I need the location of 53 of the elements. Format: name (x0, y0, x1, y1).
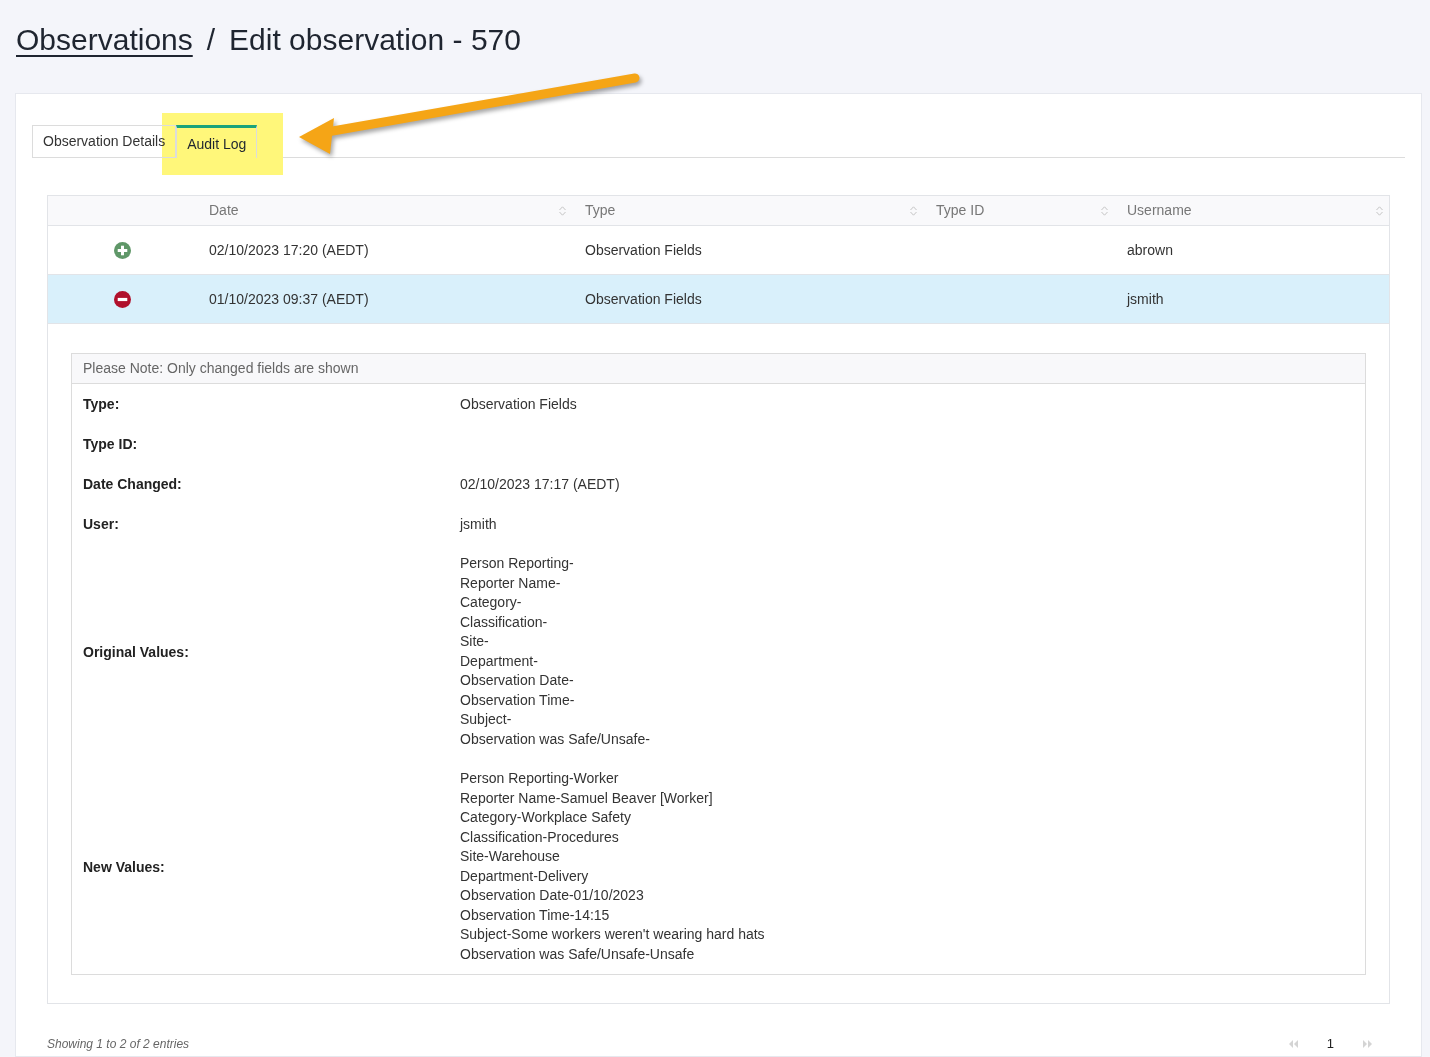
page-title: Edit observation - 570 (229, 22, 521, 58)
field-label: Type: (83, 395, 120, 414)
value-line: Site-Warehouse (460, 847, 560, 866)
value-line: Reporter Name-Samuel Beaver [Worker] (460, 788, 713, 808)
note-text: Please Note: Only changed fields are shown (83, 359, 359, 378)
field-label: Type ID: (83, 435, 138, 454)
table-cell-text: Observation Fields (585, 289, 702, 309)
value-line: Observation was Safe/Unsafe-Unsafe (460, 944, 695, 964)
breadcrumb-separator: / (206, 22, 216, 58)
table-row[interactable]: 01/10/2023 09:37 (AEDT) Observation Fields jsmith (48, 275, 1389, 324)
field-label: New Values: (83, 857, 165, 877)
table-cell-text: abrown (1127, 240, 1173, 260)
value-line: Category- (460, 593, 522, 612)
value-line: Department- (460, 651, 538, 671)
entries-info: Showing 1 to 2 of 2 entries (47, 1035, 190, 1053)
value-line: Observation Time-14:15 (460, 905, 610, 925)
value-line: Person Reporting- (460, 554, 574, 573)
field-value: 02/10/2023 17:17 (AEDT) (460, 475, 620, 494)
table-cell-text: 02/10/2023 17:20 (AEDT) (209, 240, 369, 260)
sort-icon (1376, 205, 1383, 216)
value-line: Subject-Some workers weren't wearing hard hats (460, 925, 765, 944)
value-line: Reporter Name- (460, 573, 561, 593)
value-line: Category-Workplace Safety (460, 808, 631, 827)
value-line: Subject- (460, 710, 512, 729)
field-label: Original Values: (83, 642, 189, 662)
column-header[interactable]: Type (585, 200, 616, 221)
sort-icon (910, 205, 917, 216)
sort-icon (1101, 205, 1108, 216)
plus-circle-icon[interactable] (113, 241, 131, 259)
value-line: Person Reporting-Worker (460, 769, 619, 788)
page-link[interactable]: 1 (1324, 1034, 1336, 1054)
field-value: jsmith (460, 515, 497, 534)
value-line: Department-Delivery (460, 866, 589, 886)
field-value: Observation Fields (460, 395, 577, 414)
sort-icon (559, 205, 566, 216)
minus-circle-icon[interactable] (113, 290, 131, 308)
column-header[interactable]: Type ID (936, 200, 985, 221)
column-header[interactable]: Date (209, 200, 239, 221)
value-line: Observation Date-01/10/2023 (460, 886, 644, 905)
field-label: User: (83, 515, 119, 534)
table-cell-text: 01/10/2023 09:37 (AEDT) (209, 289, 369, 309)
table-cell-text: Observation Fields (585, 240, 702, 260)
field-label: Date Changed: (83, 475, 182, 494)
tab[interactable]: Audit Log (176, 125, 258, 158)
value-line: Observation Time- (460, 690, 575, 710)
value-line: Observation Date- (460, 671, 574, 690)
table-cell-text: jsmith (1127, 289, 1164, 309)
column-header[interactable]: Username (1127, 200, 1192, 221)
value-line: Classification- (460, 612, 548, 632)
value-line: Site- (460, 632, 489, 651)
value-line: Classification-Procedures (460, 827, 619, 847)
value-line: Observation was Safe/Unsafe- (460, 729, 650, 749)
breadcrumb-link[interactable]: Observations (16, 20, 193, 60)
